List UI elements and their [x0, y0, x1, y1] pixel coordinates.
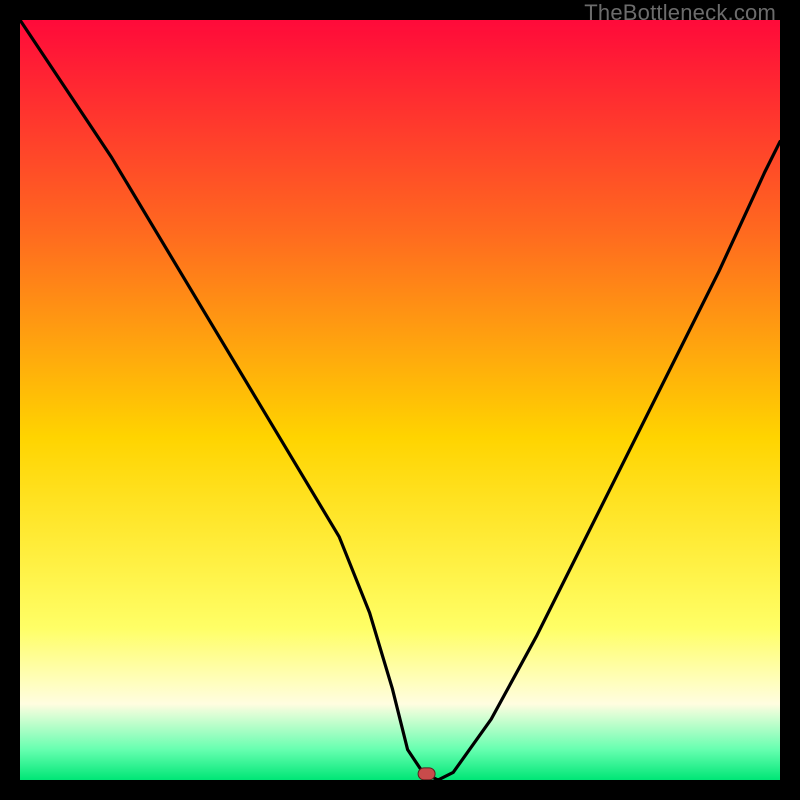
chart-frame [20, 20, 780, 780]
bottleneck-chart [20, 20, 780, 780]
optimal-marker [418, 768, 435, 780]
gradient-background [20, 20, 780, 780]
watermark-text: TheBottleneck.com [584, 0, 776, 26]
